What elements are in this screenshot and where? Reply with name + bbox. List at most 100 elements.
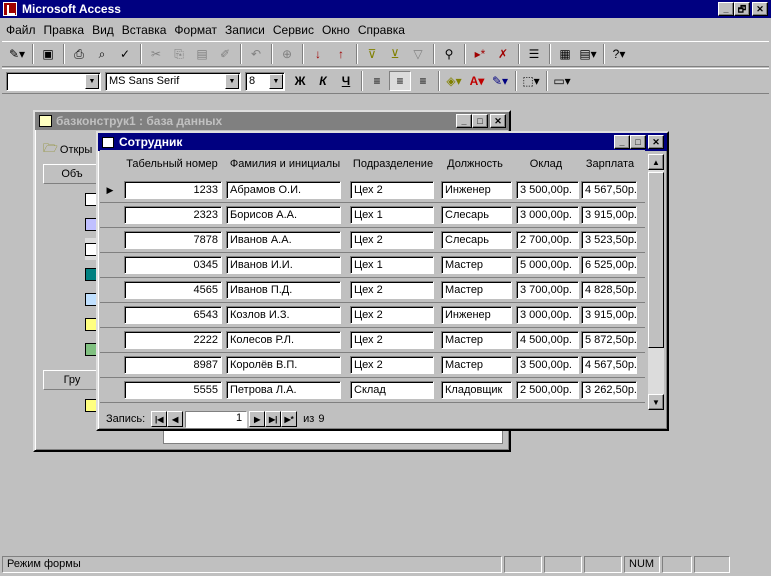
undo-icon[interactable]: ↶ — [245, 44, 267, 64]
table-cell[interactable]: Инженер — [441, 306, 512, 324]
sort-descending-icon[interactable]: ↑ — [330, 44, 352, 64]
table-cell[interactable]: 3 915,00р. — [581, 306, 637, 324]
underline-button[interactable]: Ч — [335, 71, 357, 91]
new-record-nav-icon[interactable]: ▶* — [281, 411, 298, 427]
close-button[interactable]: ✕ — [752, 2, 768, 16]
table-cell[interactable]: Цех 2 — [350, 181, 434, 199]
prev-record-icon[interactable]: ◀ — [167, 411, 184, 427]
table-cell[interactable]: 0345 — [124, 256, 222, 274]
table-cell[interactable]: Слесарь — [441, 206, 512, 224]
print-preview-icon[interactable]: ⌕ — [91, 44, 113, 64]
last-record-icon[interactable]: ▶| — [265, 411, 282, 427]
next-record-icon[interactable]: ▶ — [249, 411, 266, 427]
table-cell[interactable]: 4565 — [124, 281, 222, 299]
bold-button[interactable]: Ж — [289, 71, 311, 91]
objects-tab[interactable]: Объ — [43, 164, 101, 184]
table-cell[interactable]: Колесов Р.Л. — [226, 331, 341, 349]
print-icon[interactable]: ⎙ — [68, 44, 90, 64]
table-cell[interactable]: Склад — [350, 381, 434, 399]
record-selector[interactable] — [102, 203, 118, 228]
minimize-button[interactable]: _ — [718, 2, 734, 16]
record-selector[interactable] — [102, 278, 118, 303]
font-color-icon[interactable]: A▾ — [466, 71, 488, 91]
table-cell[interactable]: 3 262,50р. — [581, 381, 637, 399]
table-cell[interactable]: 5 000,00р. — [516, 256, 579, 274]
menu-help[interactable]: Справка — [358, 23, 405, 37]
table-cell[interactable]: Борисов А.А. — [226, 206, 341, 224]
paste-icon[interactable]: ▤ — [191, 44, 213, 64]
emp-maximize-button[interactable]: □ — [630, 135, 646, 149]
menu-format[interactable]: Формат — [174, 23, 217, 37]
table-cell[interactable]: 5555 — [124, 381, 222, 399]
table-cell[interactable]: Слесарь — [441, 231, 512, 249]
border-icon[interactable]: ⬚▾ — [520, 71, 542, 91]
delete-record-icon[interactable]: ✗ — [492, 44, 514, 64]
menu-window[interactable]: Окно — [322, 23, 350, 37]
record-selector[interactable] — [102, 378, 118, 403]
table-cell[interactable]: Цех 2 — [350, 331, 434, 349]
db-close-button[interactable]: ✕ — [490, 114, 506, 128]
font-select[interactable]: MS Sans Serif ▼ — [105, 71, 241, 91]
table-cell[interactable]: Цех 2 — [350, 306, 434, 324]
table-cell[interactable]: Петрова Л.А. — [226, 381, 341, 399]
table-cell[interactable]: Иванов П.Д. — [226, 281, 341, 299]
table-cell[interactable]: 4 567,50р. — [581, 181, 637, 199]
table-cell[interactable]: 3 500,00р. — [516, 181, 579, 199]
table-cell[interactable]: 3 915,00р. — [581, 206, 637, 224]
database-window-icon[interactable]: ▦ — [554, 44, 576, 64]
db-open-button[interactable]: 🗁 Откры — [43, 139, 92, 160]
find-icon[interactable]: ⚲ — [438, 44, 460, 64]
fill-color-icon[interactable]: ◈▾ — [443, 71, 465, 91]
properties-icon[interactable]: ☰ — [523, 44, 545, 64]
table-cell[interactable]: 1233 — [124, 181, 222, 199]
db-minimize-button[interactable]: _ — [456, 114, 472, 128]
table-cell[interactable]: 4 500,00р. — [516, 331, 579, 349]
table-cell[interactable]: Цех 2 — [350, 281, 434, 299]
db-maximize-button[interactable]: □ — [472, 114, 488, 128]
view-icon[interactable]: ✎▾ — [6, 44, 28, 64]
table-cell[interactable]: Цех 2 — [350, 231, 434, 249]
table-cell[interactable]: 3 700,00р. — [516, 281, 579, 299]
table-cell[interactable]: Цех 2 — [350, 356, 434, 374]
italic-button[interactable]: К — [312, 71, 334, 91]
line-color-icon[interactable]: ✎▾ — [489, 71, 511, 91]
menu-view[interactable]: Вид — [92, 23, 114, 37]
save-icon[interactable]: ▣ — [37, 44, 59, 64]
table-cell[interactable]: 2 500,00р. — [516, 381, 579, 399]
menu-insert[interactable]: Вставка — [122, 23, 167, 37]
groups-tab[interactable]: Гру — [43, 370, 101, 390]
format-painter-icon[interactable]: ✐ — [214, 44, 236, 64]
sort-ascending-icon[interactable]: ↓ — [307, 44, 329, 64]
scroll-up-icon[interactable]: ▲ — [648, 154, 664, 170]
table-cell[interactable]: 4 567,50р. — [581, 356, 637, 374]
apply-filter-icon[interactable]: ▽ — [407, 44, 429, 64]
scroll-thumb[interactable] — [648, 172, 664, 348]
table-cell[interactable]: Абрамов О.И. — [226, 181, 341, 199]
table-cell[interactable]: 2323 — [124, 206, 222, 224]
table-cell[interactable]: Кладовщик — [441, 381, 512, 399]
hyperlink-icon[interactable]: ⊕ — [276, 44, 298, 64]
table-cell[interactable]: Козлов И.З. — [226, 306, 341, 324]
restore-button[interactable]: 🗗 — [734, 2, 750, 16]
first-record-icon[interactable]: |◀ — [151, 411, 168, 427]
record-selector[interactable] — [102, 228, 118, 253]
vertical-scrollbar[interactable]: ▲ ▼ — [648, 154, 664, 410]
filter-by-selection-icon[interactable]: ⊽ — [361, 44, 383, 64]
help-icon[interactable]: ?▾ — [608, 44, 630, 64]
table-cell[interactable]: Инженер — [441, 181, 512, 199]
table-cell[interactable]: Иванов А.А. — [226, 231, 341, 249]
record-selector[interactable] — [102, 253, 118, 278]
emp-close-button[interactable]: ✕ — [648, 135, 664, 149]
table-cell[interactable]: Мастер — [441, 256, 512, 274]
new-object-icon[interactable]: ▤▾ — [577, 44, 599, 64]
table-cell[interactable]: Цех 1 — [350, 206, 434, 224]
table-cell[interactable]: Королёв В.П. — [226, 356, 341, 374]
table-cell[interactable]: 8987 — [124, 356, 222, 374]
record-number-input[interactable]: 1 — [185, 410, 248, 428]
table-cell[interactable]: 2222 — [124, 331, 222, 349]
table-cell[interactable]: Мастер — [441, 281, 512, 299]
menu-tools[interactable]: Сервис — [273, 23, 314, 37]
align-center-icon[interactable]: ≡ — [389, 71, 411, 91]
line-width-icon[interactable]: ▭▾ — [551, 71, 573, 91]
align-right-icon[interactable]: ≡ — [412, 71, 434, 91]
